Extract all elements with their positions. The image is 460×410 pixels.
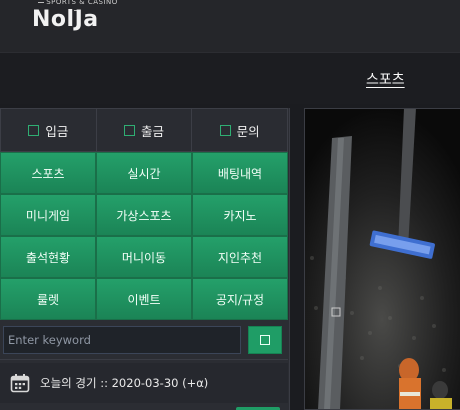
square-icon	[124, 124, 135, 136]
menu-casino[interactable]: 카지노	[192, 194, 288, 236]
inquiry-button[interactable]: 문의	[192, 109, 287, 151]
menu-referral[interactable]: 지인추천	[192, 236, 288, 278]
deposit-button[interactable]: 입금	[1, 109, 97, 151]
square-icon	[28, 124, 40, 136]
search-button[interactable]	[248, 326, 282, 354]
menu-bet-history[interactable]: 배팅내역	[192, 152, 288, 194]
hero-frame	[304, 108, 460, 410]
site-logo[interactable]: SPORTS & CASINO NolJa	[32, 0, 122, 36]
menu-virtual-sports[interactable]: 가상스포츠	[96, 194, 192, 236]
hero-banner-image	[304, 108, 460, 410]
withdraw-label: 출금	[141, 123, 165, 139]
menu-live[interactable]: 실시간	[96, 152, 192, 194]
menu-sports[interactable]: 스포츠	[0, 152, 96, 194]
menu-notice-rules[interactable]: 공지/규정	[192, 278, 288, 320]
quick-actions-bar: 입금 출금 문의	[0, 108, 288, 152]
main-nav: 스포츠	[0, 52, 460, 104]
calendar-icon	[10, 374, 30, 393]
menu-grid: 스포츠 실시간 배팅내역 미니게임 가상스포츠 카지노 출석현황 머니이동 지인…	[0, 152, 288, 320]
square-icon	[260, 335, 270, 345]
withdraw-button[interactable]: 출금	[97, 109, 193, 151]
menu-roulette[interactable]: 룰렛	[0, 278, 96, 320]
top-header: SPORTS & CASINO NolJa	[0, 0, 460, 52]
today-games-bar: 오늘의 경기 :: 2020-03-30 (+α)	[0, 363, 288, 403]
deposit-label: 입금	[45, 123, 69, 139]
left-panel: 입금 출금 문의 스포츠 실시간 배팅내역 미니게임 가상스포츠 카지노 출석현…	[0, 108, 290, 410]
nav-item-sports[interactable]: 스포츠	[366, 69, 405, 89]
logo-wordmark: NolJa	[32, 7, 99, 32]
inquiry-label: 문의	[236, 123, 260, 139]
today-games-text: 오늘의 경기 :: 2020-03-30 (+α)	[40, 376, 209, 390]
menu-minigame[interactable]: 미니게임	[0, 194, 96, 236]
search-input[interactable]	[3, 326, 241, 354]
search-bar	[0, 320, 288, 360]
menu-money-transfer[interactable]: 머니이동	[96, 236, 192, 278]
menu-attendance[interactable]: 출석현황	[0, 236, 96, 278]
square-icon	[219, 124, 231, 136]
menu-events[interactable]: 이벤트	[96, 278, 192, 320]
